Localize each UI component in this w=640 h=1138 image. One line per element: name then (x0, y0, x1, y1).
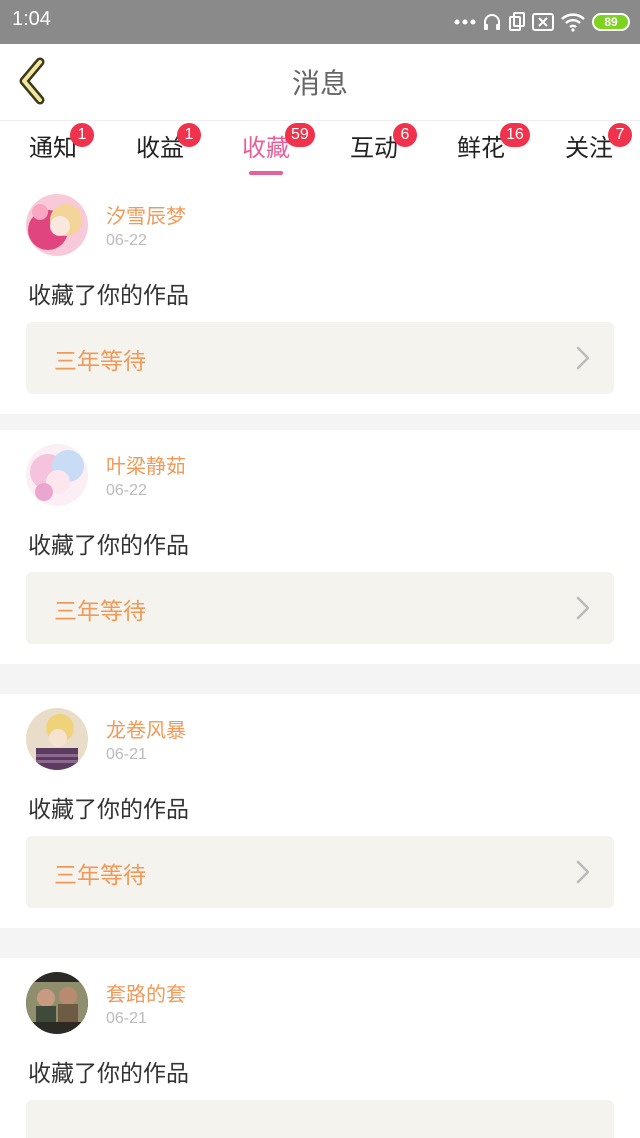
message-feed[interactable]: 汐雪辰梦 06-22 收藏了你的作品 三年等待 叶梁静茹 06-22 收藏了你的… (0, 180, 640, 1138)
chevron-right-icon (576, 346, 590, 370)
username[interactable]: 叶梁静茹 (106, 450, 186, 479)
sim-icon (509, 12, 525, 31)
username[interactable]: 套路的套 (106, 978, 186, 1007)
no-signal-icon (532, 13, 554, 31)
status-time: 1:04 (12, 8, 51, 30)
work-title: 三年等待 (54, 599, 146, 625)
action-text: 收藏了你的作品 (28, 1061, 189, 1087)
work-link[interactable]: 三年等待 (26, 836, 614, 908)
tab-notifications[interactable]: 通知 1 (8, 123, 98, 177)
tab-badge: 7 (608, 123, 632, 147)
avatar[interactable] (26, 972, 88, 1034)
work-title: 三年等待 (54, 349, 146, 375)
tab-favorites[interactable]: 收藏 59 (221, 123, 315, 177)
action-text: 收藏了你的作品 (28, 797, 189, 823)
tab-follows[interactable]: 关注 7 (544, 123, 634, 177)
avatar[interactable] (26, 444, 88, 506)
message-date: 06-22 (106, 482, 147, 499)
tab-interactions[interactable]: 互动 6 (329, 123, 419, 177)
message-tabs: 通知 1 收益 1 收藏 59 互动 6 鲜花 16 关注 7 (0, 120, 640, 180)
work-link[interactable]: 三年等待 (26, 572, 614, 644)
action-text: 收藏了你的作品 (28, 283, 189, 309)
username[interactable]: 龙卷风暴 (106, 714, 186, 743)
avatar[interactable] (26, 708, 88, 770)
status-icons: 89 (454, 8, 630, 36)
tab-badge: 59 (285, 123, 315, 147)
message-card: 龙卷风暴 06-21 收藏了你的作品 三年等待 (0, 694, 640, 928)
tab-badge: 16 (500, 123, 530, 147)
nav-bar: 消息 (0, 44, 640, 120)
work-link[interactable] (26, 1100, 614, 1138)
status-bar: 1:04 89 (0, 0, 640, 44)
chevron-right-icon (576, 596, 590, 620)
tab-badge: 1 (70, 123, 94, 147)
username[interactable]: 汐雪辰梦 (106, 200, 186, 229)
message-date: 06-21 (106, 746, 147, 763)
work-title: 三年等待 (54, 863, 146, 889)
tab-badge: 6 (393, 123, 417, 147)
more-dots-icon (454, 19, 476, 25)
headphones-icon (484, 14, 500, 30)
message-date: 06-22 (106, 232, 147, 249)
chevron-right-icon (576, 860, 590, 884)
tab-earnings[interactable]: 收益 1 (115, 123, 205, 177)
message-card: 套路的套 06-21 收藏了你的作品 (0, 958, 640, 1138)
wifi-icon (561, 13, 585, 32)
message-card: 叶梁静茹 06-22 收藏了你的作品 三年等待 (0, 430, 640, 664)
active-tab-indicator (249, 171, 283, 175)
message-date: 06-21 (106, 1010, 147, 1027)
battery-icon: 89 (592, 13, 630, 31)
page-title: 消息 (291, 67, 348, 100)
tab-flowers[interactable]: 鲜花 16 (436, 123, 530, 177)
action-text: 收藏了你的作品 (28, 533, 189, 559)
tab-badge: 1 (177, 123, 201, 147)
work-link[interactable]: 三年等待 (26, 322, 614, 394)
avatar[interactable] (26, 194, 88, 256)
message-card: 汐雪辰梦 06-22 收藏了你的作品 三年等待 (0, 180, 640, 414)
